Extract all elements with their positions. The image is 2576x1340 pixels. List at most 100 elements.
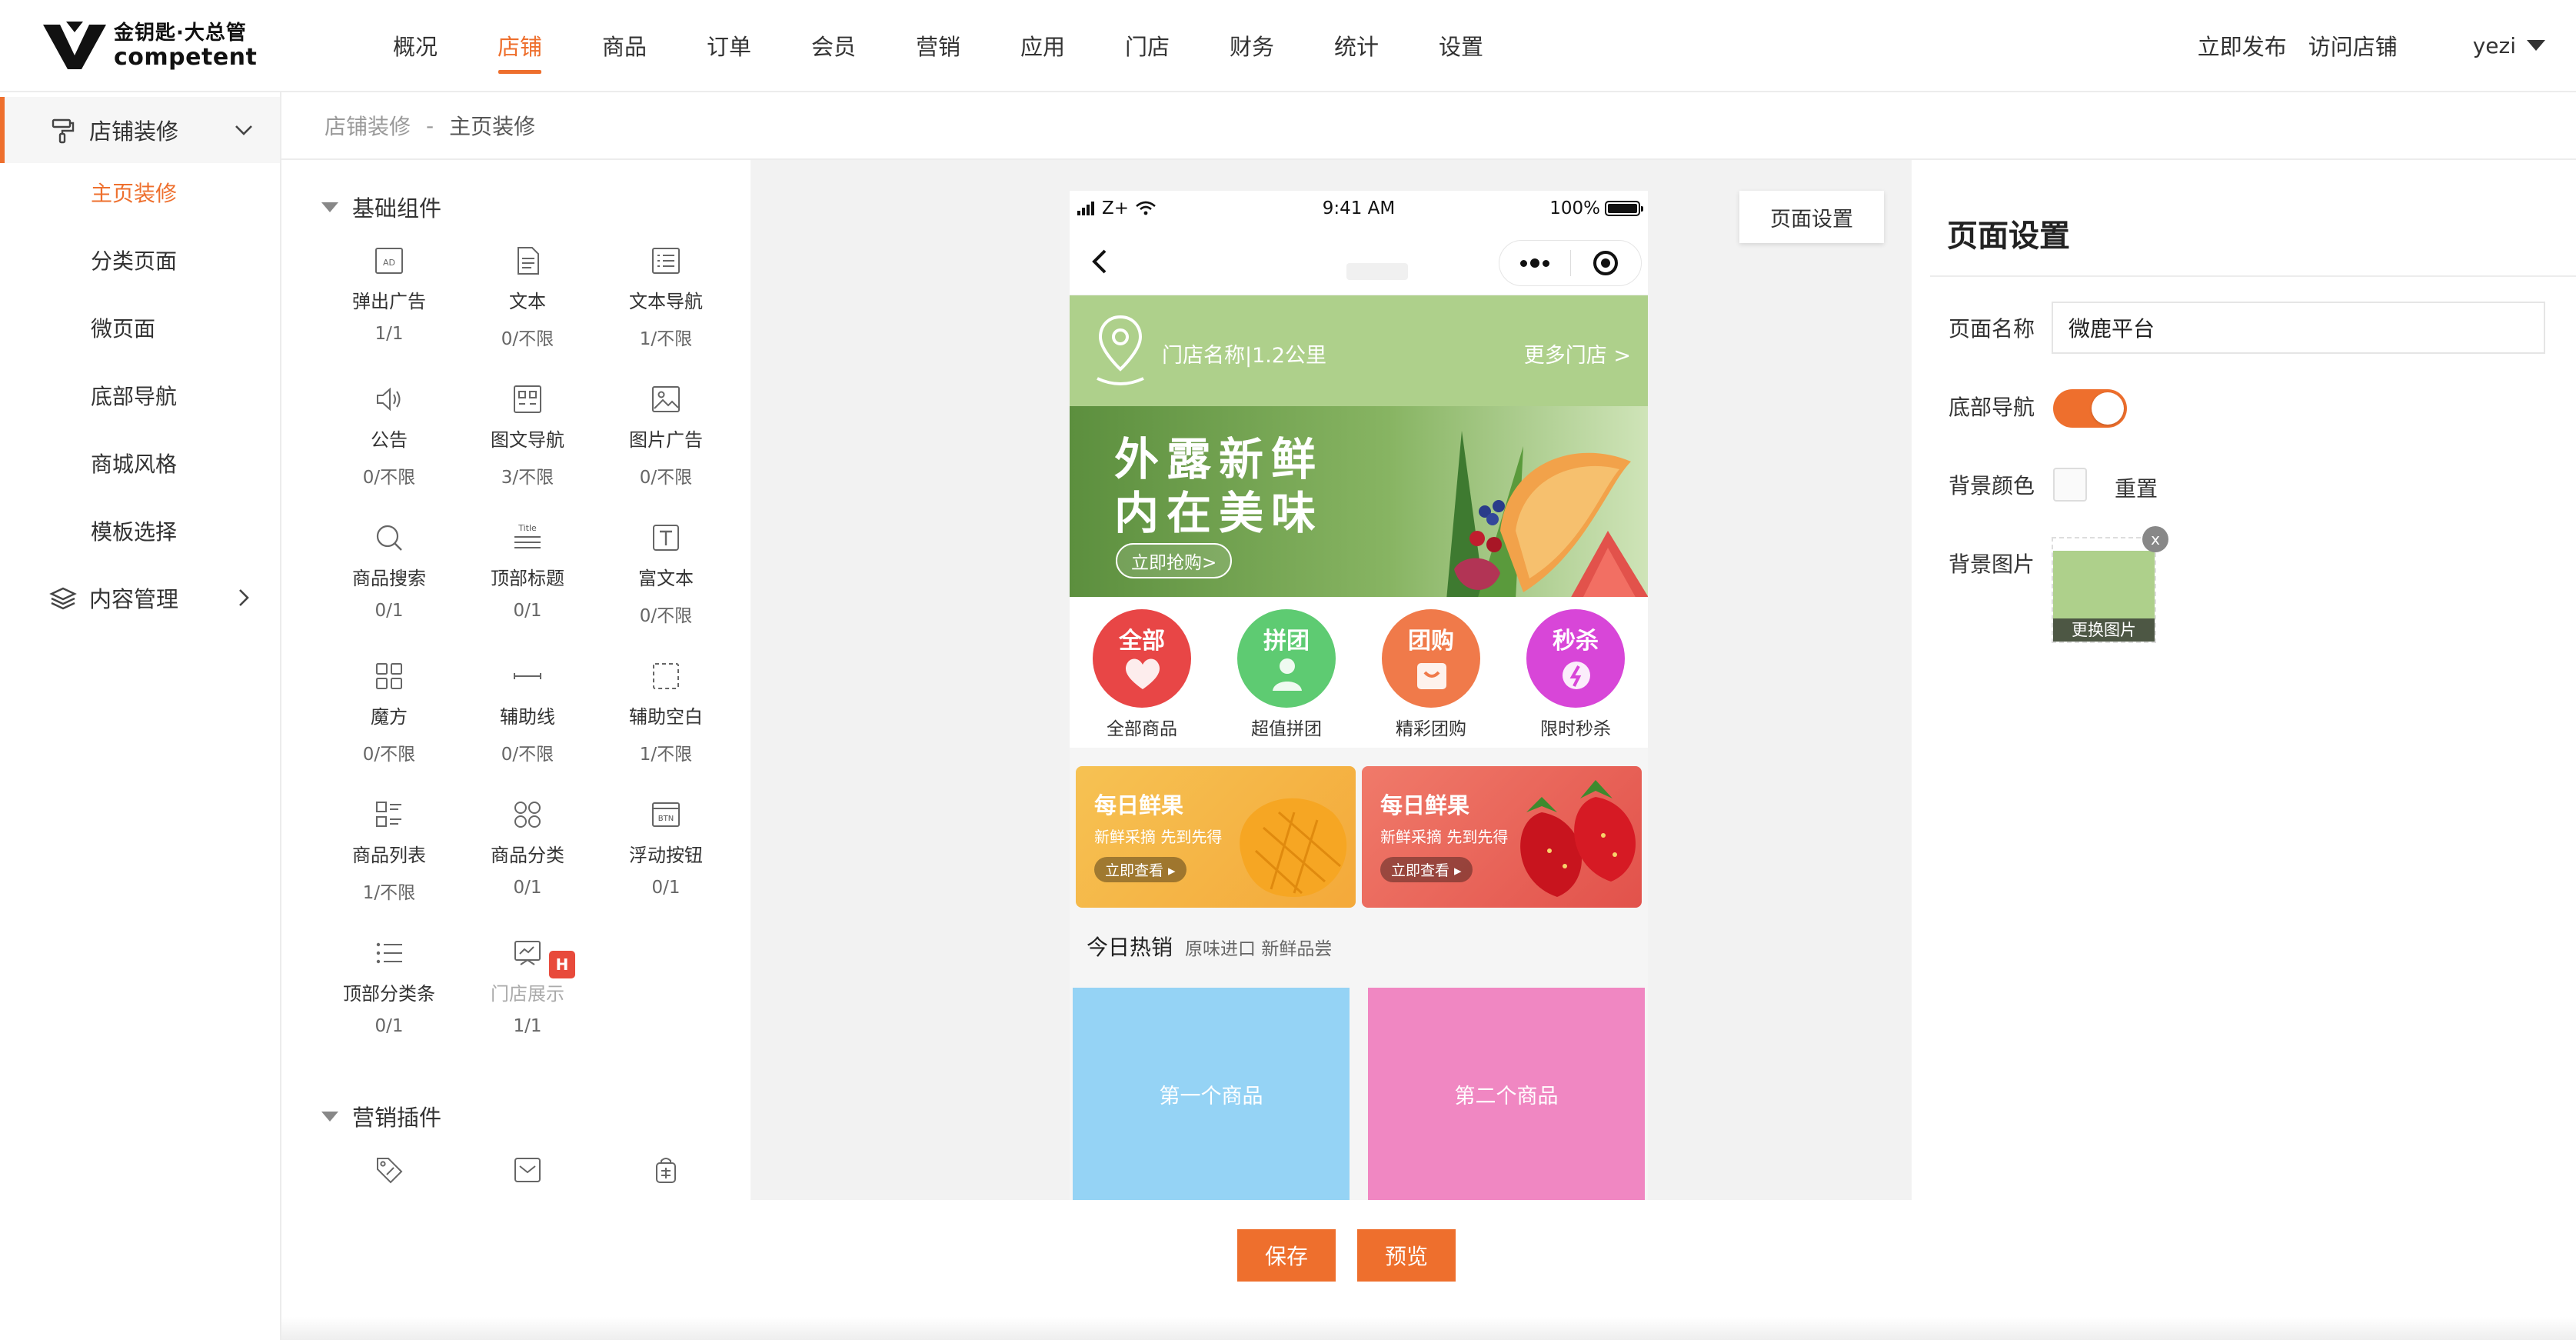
category-group-buy[interactable]: 拼团 超值拼团 <box>1214 609 1359 740</box>
sidebar-item-home-decoration[interactable]: 主页装修 <box>91 177 177 208</box>
component-count: 3/不限 <box>501 468 554 488</box>
component-text[interactable]: 文本 0/不限 <box>458 245 597 368</box>
chevron-right-icon <box>239 589 249 606</box>
topnav-apps[interactable]: 应用 <box>990 0 1095 91</box>
component-top-category-bar[interactable]: 顶部分类条 0/1 <box>320 937 458 1060</box>
fruit-banner[interactable]: 外露新鲜 内在美味 立即抢购> <box>1070 406 1648 597</box>
component-product-search[interactable]: 商品搜索 0/1 <box>320 522 458 645</box>
section-marketing-plugins[interactable]: 营销插件 <box>321 1100 441 1132</box>
component-magic-cube[interactable]: 魔方 0/不限 <box>320 660 458 783</box>
topnav-members[interactable]: 会员 <box>781 0 886 91</box>
logo-v-icon <box>43 22 106 69</box>
sidebar-item-category-page[interactable]: 分类页面 <box>91 245 177 275</box>
sidebar-group-label: 店铺装修 <box>89 118 179 145</box>
promo-subtitle: 新鲜采摘 先到先得 <box>1380 828 1509 846</box>
topnav-orders[interactable]: 订单 <box>677 0 781 91</box>
product-card-2[interactable]: 第二个商品 <box>1368 988 1645 1200</box>
category-label: 全部商品 <box>1107 719 1177 739</box>
topnav-stats[interactable]: 统计 <box>1304 0 1409 91</box>
component-count: 0/不限 <box>639 606 693 626</box>
section-basic-components[interactable]: 基础组件 <box>321 191 441 223</box>
top-nav: 概况 店铺 商品 订单 会员 营销 应用 门店 财务 统计 设置 <box>363 0 1513 91</box>
more-dots-icon[interactable] <box>1499 258 1570 268</box>
sidebar-item-template[interactable]: 模板选择 <box>91 515 177 546</box>
sidebar-item-bottom-nav[interactable]: 底部导航 <box>91 380 177 411</box>
promo-card-strawberry[interactable]: 每日鲜果 新鲜采摘 先到先得 立即查看 ▸ <box>1362 766 1642 908</box>
preview-button[interactable]: 预览 <box>1357 1229 1456 1282</box>
breadcrumb-parent[interactable]: 店铺装修 <box>324 110 411 141</box>
strawberry-illustration <box>1520 780 1636 897</box>
category-team-buy[interactable]: 团购 精彩团购 <box>1359 609 1503 740</box>
topnav-marketing[interactable]: 营销 <box>886 0 990 91</box>
plugin-gift[interactable] <box>597 1154 735 1198</box>
hot-badge: H <box>549 951 575 978</box>
more-stores-link[interactable]: 更多门店 > <box>1524 338 1631 368</box>
close-target-icon[interactable] <box>1571 251 1642 275</box>
bg-image-upload[interactable]: 更换图片 x <box>2052 526 2168 643</box>
page-name-input[interactable] <box>2052 302 2545 354</box>
component-notice[interactable]: 公告 0/不限 <box>320 383 458 506</box>
component-top-title[interactable]: Title 顶部标题 0/1 <box>458 522 597 645</box>
store-location-bar[interactable]: 门店名称|1.2公里 更多门店 > <box>1070 295 1648 406</box>
component-product-list[interactable]: 商品列表 1/不限 <box>320 798 458 922</box>
component-rich-text[interactable]: 富文本 0/不限 <box>597 522 735 645</box>
svg-text:BTN: BTN <box>658 815 674 823</box>
reset-color-link[interactable]: 重置 <box>2115 472 2158 503</box>
page-settings-button[interactable]: 页面设置 <box>1739 191 1884 243</box>
sidebar-item-micro-page[interactable]: 微页面 <box>91 312 155 343</box>
component-product-category[interactable]: 商品分类 0/1 <box>458 798 597 922</box>
divider-line-icon <box>514 673 541 679</box>
component-store-display[interactable]: H 门店展示 1/1 <box>458 937 597 1060</box>
bg-image-label: 背景图片 <box>1949 552 2035 577</box>
plugin-coupon[interactable] <box>320 1154 458 1198</box>
sidebar-group-store-decoration[interactable]: 店铺装修 <box>0 97 280 163</box>
change-image-button[interactable]: 更换图片 <box>2053 618 2155 642</box>
topnav-finance[interactable]: 财务 <box>1200 0 1304 91</box>
document-icon <box>518 247 539 275</box>
promo-view-button[interactable]: 立即查看 ▸ <box>1094 857 1186 882</box>
component-blank-space[interactable]: 辅助空白 1/不限 <box>597 660 735 783</box>
category-flash-sale[interactable]: 秒杀 限时秒杀 <box>1503 609 1648 740</box>
rich-text-icon <box>653 525 679 551</box>
top-bar: 金钥匙·大总管 competent 概况 店铺 商品 订单 会员 营销 应用 门… <box>0 0 2576 92</box>
component-text-nav[interactable]: 文本导航 1/不限 <box>597 245 735 368</box>
component-popup-ad[interactable]: AD 弹出广告 1/1 <box>320 245 458 368</box>
promo-view-button[interactable]: 立即查看 ▸ <box>1380 857 1473 882</box>
visit-store-link[interactable]: 访问店铺 <box>2308 29 2398 62</box>
list-box-icon <box>652 248 680 274</box>
sidebar-group-content[interactable]: 内容管理 <box>0 565 280 631</box>
banner-buy-button[interactable]: 立即抢购> <box>1116 543 1233 578</box>
topnav-store[interactable]: 店铺 <box>468 0 572 91</box>
topnav-products[interactable]: 商品 <box>572 0 677 91</box>
save-button[interactable]: 保存 <box>1237 1229 1336 1282</box>
topnav-overview[interactable]: 概况 <box>363 0 468 91</box>
mini-program-capsule[interactable] <box>1499 240 1642 286</box>
product-card-1[interactable]: 第一个商品 <box>1073 988 1350 1200</box>
settings-title: 页面设置 <box>1947 218 2070 254</box>
component-name: 图片广告 <box>629 429 703 451</box>
sidebar: 店铺装修 主页装修 分类页面 微页面 底部导航 商城风格 模板选择 内容管理 <box>0 92 281 1340</box>
btn-icon: BTN <box>652 802 680 827</box>
phone-preview[interactable]: Z+ 9:41 AM 100% 门店名称|1.2公里 更多门店 > 外露新鲜 内… <box>1070 191 1648 1200</box>
topnav-outlets[interactable]: 门店 <box>1095 0 1200 91</box>
topnav-settings[interactable]: 设置 <box>1409 0 1513 91</box>
user-menu[interactable]: yezi <box>2473 33 2545 58</box>
category-label: 限时秒杀 <box>1540 719 1611 739</box>
back-arrow-icon[interactable] <box>1085 246 1116 277</box>
bg-color-swatch[interactable] <box>2053 468 2087 502</box>
speaker-icon <box>377 387 401 412</box>
component-divider[interactable]: 辅助线 0/不限 <box>458 660 597 783</box>
component-image-text-nav[interactable]: 图文导航 3/不限 <box>458 383 597 506</box>
component-float-button[interactable]: BTN 浮动按钮 0/1 <box>597 798 735 922</box>
component-image-ad[interactable]: 图片广告 0/不限 <box>597 383 735 506</box>
publish-link[interactable]: 立即发布 <box>2198 29 2287 62</box>
remove-image-icon[interactable]: x <box>2142 526 2168 552</box>
logo[interactable]: 金钥匙·大总管 competent <box>43 17 257 75</box>
promo-card-mango[interactable]: 每日鲜果 新鲜采摘 先到先得 立即查看 ▸ <box>1076 766 1356 908</box>
plugin-mail[interactable] <box>458 1154 597 1198</box>
bottom-shade <box>281 1317 2576 1340</box>
category-all[interactable]: 全部 全部商品 <box>1070 609 1214 740</box>
sidebar-item-mall-style[interactable]: 商城风格 <box>91 448 177 478</box>
bottom-nav-toggle[interactable] <box>2053 389 2127 428</box>
shopping-bag-icon <box>1417 663 1446 689</box>
